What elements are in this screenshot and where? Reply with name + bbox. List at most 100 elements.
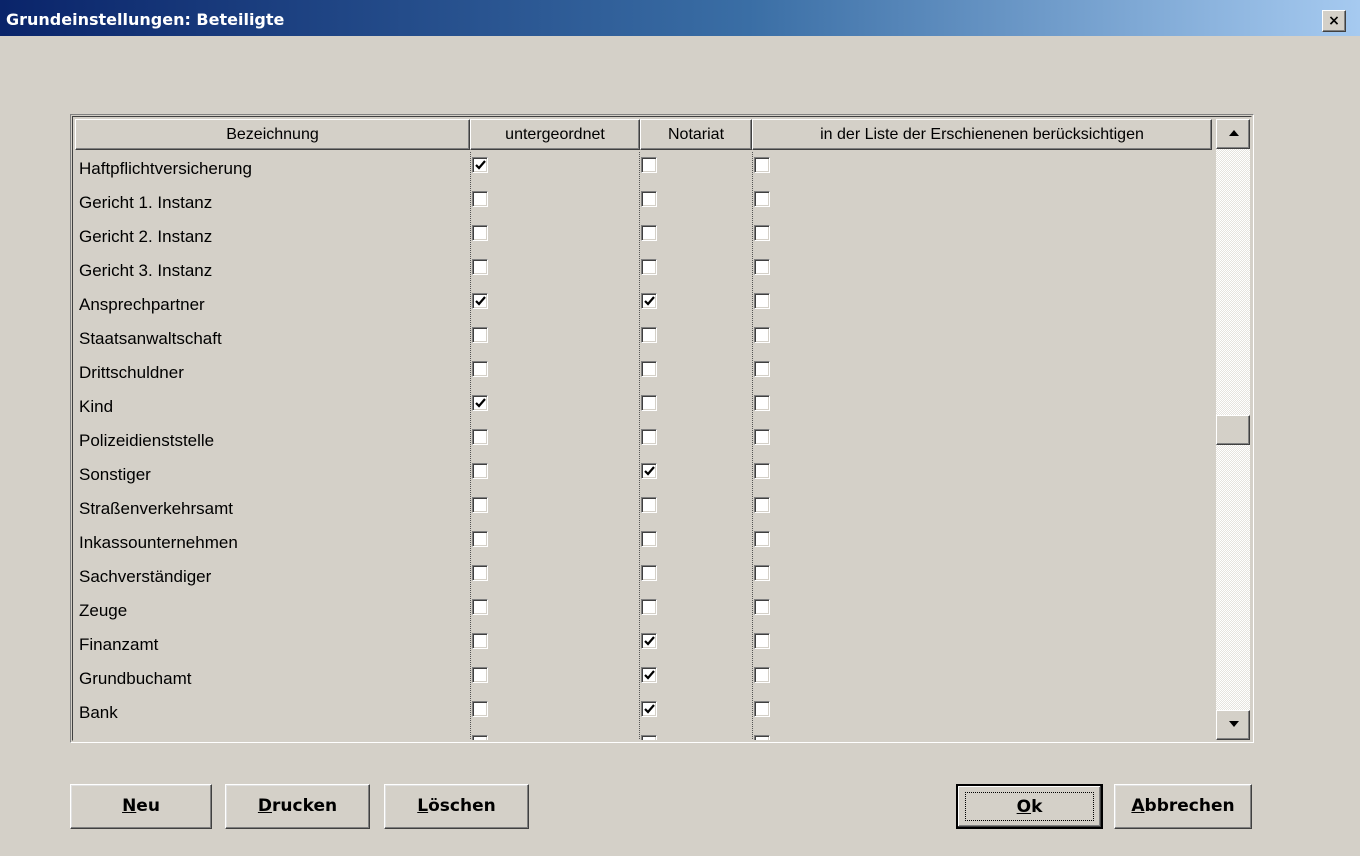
table-row[interactable]: Polizeidienststelle xyxy=(75,424,1212,458)
checkbox-subordinate[interactable] xyxy=(472,565,488,581)
checkbox-subordinate[interactable] xyxy=(472,633,488,649)
checkbox-notary[interactable] xyxy=(641,293,657,309)
scroll-up-button[interactable] xyxy=(1216,119,1250,149)
checkbox-list[interactable] xyxy=(754,259,770,275)
checkbox-list[interactable] xyxy=(754,531,770,547)
table-row[interactable]: Finanzamt xyxy=(75,628,1212,662)
checkbox-subordinate[interactable] xyxy=(472,191,488,207)
checkbox-notary[interactable] xyxy=(641,565,657,581)
checkbox-list[interactable] xyxy=(754,395,770,411)
checkbox-list[interactable] xyxy=(754,565,770,581)
row-label: Grundbuchamt xyxy=(79,669,192,688)
checkbox-notary[interactable] xyxy=(641,497,657,513)
checkbox-notary[interactable] xyxy=(641,599,657,615)
checkbox-list[interactable] xyxy=(754,327,770,343)
table-row[interactable]: Kind xyxy=(75,390,1212,424)
checkbox-subordinate[interactable] xyxy=(472,429,488,445)
column-header-name[interactable]: Bezeichnung xyxy=(75,119,470,150)
checkbox-notary[interactable] xyxy=(641,259,657,275)
table-row[interactable]: Inkassounternehmen xyxy=(75,526,1212,560)
column-separator xyxy=(470,696,471,730)
row-label: Sachverständiger xyxy=(79,567,212,586)
checkbox-notary[interactable] xyxy=(641,395,657,411)
checkbox-notary[interactable] xyxy=(641,429,657,445)
ok-button[interactable]: Ok xyxy=(956,784,1103,829)
table-row[interactable]: Käufer xyxy=(75,730,1212,740)
checkbox-notary[interactable] xyxy=(641,701,657,717)
table-row[interactable]: Ansprechpartner xyxy=(75,288,1212,322)
table-row[interactable]: Gericht 2. Instanz xyxy=(75,220,1212,254)
column-separator xyxy=(639,390,640,424)
checkmark-icon xyxy=(644,296,655,306)
checkbox-notary[interactable] xyxy=(641,463,657,479)
checkbox-subordinate[interactable] xyxy=(472,157,488,173)
close-button[interactable]: × xyxy=(1322,10,1346,32)
checkbox-list[interactable] xyxy=(754,225,770,241)
table-row[interactable]: Gericht 1. Instanz xyxy=(75,186,1212,220)
table-row[interactable]: Grundbuchamt xyxy=(75,662,1212,696)
checkbox-subordinate[interactable] xyxy=(472,293,488,309)
checkbox-subordinate[interactable] xyxy=(472,599,488,615)
column-header-notary[interactable]: Notariat xyxy=(640,119,752,150)
checkbox-notary[interactable] xyxy=(641,191,657,207)
table-row[interactable]: Zeuge xyxy=(75,594,1212,628)
table-row[interactable]: Haftpflichtversicherung xyxy=(75,152,1212,186)
table-row[interactable]: Staatsanwaltschaft xyxy=(75,322,1212,356)
column-separator xyxy=(639,322,640,356)
checkbox-subordinate[interactable] xyxy=(472,259,488,275)
cancel-button[interactable]: Abbrechen xyxy=(1114,784,1252,829)
checkbox-list[interactable] xyxy=(754,701,770,717)
checkbox-notary[interactable] xyxy=(641,157,657,173)
new-button[interactable]: Neu xyxy=(70,784,212,829)
delete-button[interactable]: Löschen xyxy=(384,784,529,829)
checkbox-list[interactable] xyxy=(754,463,770,479)
checkbox-notary[interactable] xyxy=(641,667,657,683)
checkbox-subordinate[interactable] xyxy=(472,667,488,683)
table-row[interactable]: Sonstiger xyxy=(75,458,1212,492)
checkbox-subordinate[interactable] xyxy=(472,531,488,547)
column-header-list[interactable]: in der Liste der Erschienenen berücksich… xyxy=(752,119,1212,150)
table-row[interactable]: Straßenverkehrsamt xyxy=(75,492,1212,526)
checkbox-list[interactable] xyxy=(754,157,770,173)
checkbox-list[interactable] xyxy=(754,293,770,309)
checkbox-subordinate[interactable] xyxy=(472,497,488,513)
checkbox-notary[interactable] xyxy=(641,735,657,740)
checkbox-subordinate[interactable] xyxy=(472,327,488,343)
checkbox-notary[interactable] xyxy=(641,633,657,649)
row-label: Käufer xyxy=(79,730,459,740)
checkbox-list[interactable] xyxy=(754,735,770,740)
checkbox-subordinate[interactable] xyxy=(472,701,488,717)
checkbox-notary[interactable] xyxy=(641,225,657,241)
checkbox-list[interactable] xyxy=(754,497,770,513)
checkbox-subordinate[interactable] xyxy=(472,735,488,740)
checkbox-subordinate[interactable] xyxy=(472,225,488,241)
table-row[interactable]: Sachverständiger xyxy=(75,560,1212,594)
checkbox-notary[interactable] xyxy=(641,327,657,343)
column-separator xyxy=(639,492,640,526)
checkbox-subordinate[interactable] xyxy=(472,395,488,411)
checkbox-list[interactable] xyxy=(754,667,770,683)
checkbox-list[interactable] xyxy=(754,633,770,649)
focus-ring xyxy=(965,792,1094,821)
row-label: Drittschuldner xyxy=(79,363,184,382)
vertical-scrollbar[interactable] xyxy=(1216,119,1250,740)
checkbox-list[interactable] xyxy=(754,429,770,445)
table-row[interactable]: Gericht 3. Instanz xyxy=(75,254,1212,288)
arrow-down-icon xyxy=(1229,721,1239,727)
scroll-thumb[interactable] xyxy=(1216,415,1250,445)
column-separator xyxy=(752,560,753,594)
checkbox-subordinate[interactable] xyxy=(472,463,488,479)
scroll-down-button[interactable] xyxy=(1216,710,1250,740)
checkbox-list[interactable] xyxy=(754,191,770,207)
participants-grid[interactable]: Bezeichnung untergeordnet Notariat in de… xyxy=(70,114,1254,743)
checkbox-subordinate[interactable] xyxy=(472,361,488,377)
checkbox-list[interactable] xyxy=(754,361,770,377)
table-row[interactable]: Drittschuldner xyxy=(75,356,1212,390)
column-header-subordinate[interactable]: untergeordnet xyxy=(470,119,640,150)
checkbox-notary[interactable] xyxy=(641,361,657,377)
print-button[interactable]: Drucken xyxy=(225,784,370,829)
checkbox-notary[interactable] xyxy=(641,531,657,547)
table-row[interactable]: Bank xyxy=(75,696,1212,730)
checkbox-list[interactable] xyxy=(754,599,770,615)
column-separator xyxy=(752,356,753,390)
